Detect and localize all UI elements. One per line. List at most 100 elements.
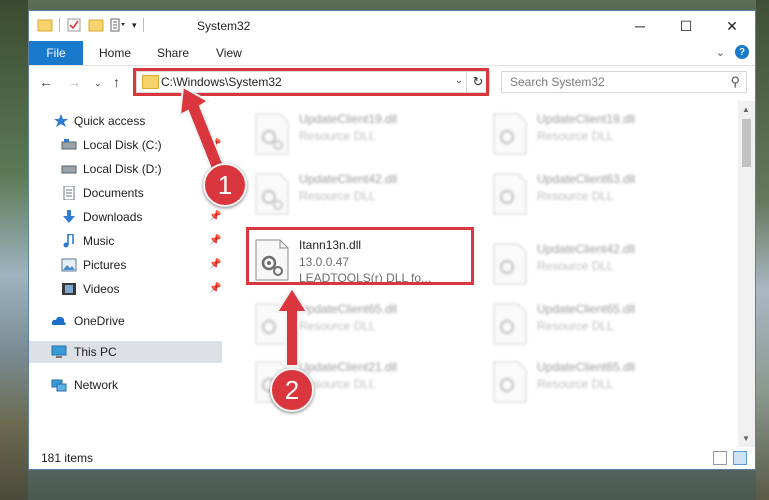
pin-icon[interactable]: 📌 xyxy=(209,259,221,270)
tab-home[interactable]: Home xyxy=(99,46,131,60)
up-folder-icon[interactable]: ↑ xyxy=(113,74,120,90)
dll-file-icon xyxy=(255,173,289,215)
ribbon-right-controls: ⌄ ? xyxy=(716,45,749,59)
file-item[interactable]: UpdateClient65.dll Resource DLL xyxy=(488,357,713,411)
documents-icon xyxy=(63,186,75,200)
file-name: UpdateClient21.dll xyxy=(299,360,398,374)
download-icon xyxy=(63,210,75,223)
sidebar-item-local-disk-c[interactable]: Local Disk (C:) 📌 xyxy=(29,134,222,156)
file-item[interactable]: UpdateClient65.dll Resource DLL xyxy=(488,299,713,353)
back-icon[interactable]: ← xyxy=(39,74,53,90)
file-type: Resource DLL xyxy=(299,319,376,333)
tab-file[interactable]: File xyxy=(29,41,83,65)
file-type: Resource DLL xyxy=(537,319,614,333)
vertical-scrollbar[interactable]: ▲ ▼ xyxy=(738,101,755,447)
forward-icon[interactable]: → xyxy=(67,74,81,90)
file-type: Resource DLL xyxy=(537,129,614,143)
sidebar-item-label: Local Disk (C:) xyxy=(83,138,162,152)
properties-icon[interactable] xyxy=(66,17,82,33)
scrollbar-thumb[interactable] xyxy=(742,119,751,167)
search-placeholder: Search System32 xyxy=(510,75,605,89)
sidebar-item-network[interactable]: Network xyxy=(29,374,222,396)
search-icon[interactable]: ⚲ xyxy=(730,74,740,90)
sidebar-item-local-disk-d[interactable]: Local Disk (D:) xyxy=(29,158,222,180)
quick-access-toolbar: ▾ xyxy=(37,17,144,33)
sidebar-item-label: Music xyxy=(83,234,115,248)
file-type: Resource DLL xyxy=(299,129,376,143)
file-name: UpdateClient63.dll xyxy=(537,172,636,186)
file-type: Resource DLL xyxy=(299,189,376,203)
details-view-icon[interactable] xyxy=(713,451,727,465)
search-input[interactable]: Search System32 ⚲ xyxy=(501,71,747,93)
sidebar-item-onedrive[interactable]: OneDrive xyxy=(29,310,222,332)
desktop-wallpaper-left xyxy=(0,0,28,500)
tab-share[interactable]: Share xyxy=(157,46,189,60)
status-bar: 181 items xyxy=(29,447,755,469)
file-item[interactable]: UpdateClient42.dll Resource DLL xyxy=(488,239,713,293)
toolbar-divider xyxy=(59,18,60,32)
sidebar-item-label: Pictures xyxy=(83,258,127,272)
file-type: Resource DLL xyxy=(537,377,614,391)
address-bar-highlight xyxy=(133,68,489,96)
recent-locations-icon[interactable]: ⌄ xyxy=(94,78,102,89)
expand-ribbon-icon[interactable]: ⌄ xyxy=(716,46,725,59)
sidebar-item-label: Local Disk (D:) xyxy=(83,162,162,176)
file-item[interactable]: UpdateClient19.dll Resource DLL xyxy=(250,109,475,163)
scroll-up-icon[interactable]: ▲ xyxy=(742,105,750,114)
pin-icon[interactable]: 📌 xyxy=(209,139,221,150)
maximize-button[interactable]: ☐ xyxy=(663,11,709,41)
customize-toolbar-icon[interactable] xyxy=(110,17,126,33)
star-icon xyxy=(54,114,68,127)
file-item[interactable]: UpdateClient65.dll Resource DLL xyxy=(250,299,475,353)
file-item[interactable]: UpdateClient63.dll Resource DLL xyxy=(488,169,713,223)
sidebar-item-quick-access[interactable]: Quick access xyxy=(29,110,222,132)
file-type: Resource DLL xyxy=(537,189,614,203)
toolbar-divider xyxy=(142,18,144,32)
qat-dropdown-icon[interactable]: ▾ xyxy=(132,20,137,31)
sidebar-item-label: Quick access xyxy=(74,114,146,128)
navigation-pane: Quick access Local Disk (C:) 📌 Local Dis… xyxy=(29,101,224,447)
sidebar-item-label: Downloads xyxy=(83,210,143,224)
file-name: UpdateClient19.dll xyxy=(537,112,636,126)
dll-file-icon xyxy=(493,361,527,403)
file-item[interactable]: UpdateClient42.dll Resource DLL xyxy=(250,169,475,223)
tab-view[interactable]: View xyxy=(216,46,242,60)
minimize-button[interactable]: ─ xyxy=(617,11,663,41)
computer-icon xyxy=(51,345,67,358)
help-icon[interactable]: ? xyxy=(735,45,749,59)
scroll-down-icon[interactable]: ▼ xyxy=(742,434,750,443)
sidebar-item-pictures[interactable]: Pictures 📌 xyxy=(29,254,222,276)
file-item[interactable]: UpdateClient19.dll Resource DLL xyxy=(488,109,713,163)
pictures-icon xyxy=(61,258,77,272)
file-name: UpdateClient42.dll xyxy=(299,172,398,186)
pin-icon[interactable]: 📌 xyxy=(209,211,221,222)
pin-icon[interactable]: 📌 xyxy=(209,283,221,294)
drive-icon xyxy=(61,165,77,174)
window-controls: ─ ☐ ✕ xyxy=(617,11,755,41)
dll-file-icon xyxy=(493,243,527,285)
new-folder-icon[interactable] xyxy=(88,17,104,33)
tiles-view-icon[interactable] xyxy=(733,451,747,465)
dll-file-icon xyxy=(255,303,289,345)
sidebar-item-downloads[interactable]: Downloads 📌 xyxy=(29,206,222,228)
sidebar-item-documents[interactable]: Documents 📌 xyxy=(29,182,222,204)
file-highlight xyxy=(246,227,474,285)
videos-icon xyxy=(62,283,76,295)
close-button[interactable]: ✕ xyxy=(709,11,755,41)
sidebar-item-music[interactable]: Music 📌 xyxy=(29,230,222,252)
dll-file-icon xyxy=(493,113,527,155)
sidebar-item-label: This PC xyxy=(74,345,117,359)
file-type: Resource DLL xyxy=(537,259,614,273)
sidebar-item-this-pc[interactable]: This PC xyxy=(29,341,222,363)
dll-file-icon xyxy=(493,173,527,215)
file-name: UpdateClient42.dll xyxy=(537,242,636,256)
step-badge-1: 1 xyxy=(203,163,247,207)
pin-icon[interactable]: 📌 xyxy=(209,235,221,246)
music-icon xyxy=(63,234,74,248)
file-name: UpdateClient65.dll xyxy=(537,302,636,316)
file-name: UpdateClient65.dll xyxy=(537,360,636,374)
dll-file-icon xyxy=(493,303,527,345)
sidebar-item-label: Network xyxy=(74,378,119,392)
sidebar-item-videos[interactable]: Videos 📌 xyxy=(29,278,222,300)
sidebar-item-label: Documents xyxy=(83,186,144,200)
